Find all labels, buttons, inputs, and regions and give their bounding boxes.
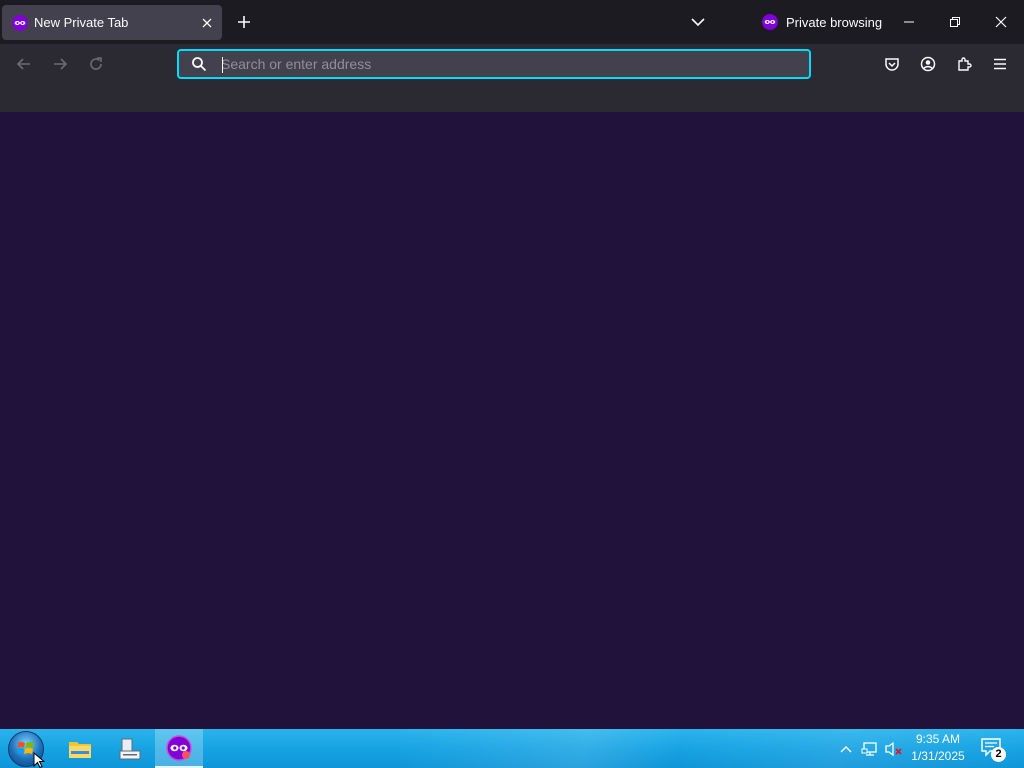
- chevron-up-icon: [840, 746, 852, 753]
- private-browsing-label: Private browsing: [786, 14, 883, 30]
- chevron-down-icon: [691, 18, 705, 27]
- reload-icon: [90, 57, 102, 70]
- title-bar: New Private Tab Private browsing: [0, 0, 1024, 44]
- taskbar: 9:35 AM 1/31/2025 2: [0, 729, 1024, 768]
- toolbar-spacer: [0, 84, 1024, 112]
- action-center-button[interactable]: 2: [980, 737, 1006, 762]
- taskbar-firefox-private[interactable]: [155, 729, 203, 768]
- forward-button[interactable]: [48, 52, 72, 76]
- private-tab-content[interactable]: [0, 112, 1024, 729]
- volume-button[interactable]: [884, 739, 904, 759]
- minimize-button[interactable]: [892, 6, 926, 38]
- account-button[interactable]: [916, 52, 940, 76]
- tab-new-private-tab[interactable]: New Private Tab: [2, 5, 222, 40]
- private-mask-icon: [12, 15, 28, 31]
- app-menu-button[interactable]: [988, 52, 1012, 76]
- close-icon: [202, 18, 212, 28]
- taskbar-server-manager[interactable]: [106, 729, 154, 768]
- pocket-icon: [885, 58, 899, 71]
- address-bar[interactable]: [177, 49, 811, 79]
- taskbar-file-explorer[interactable]: [56, 729, 104, 768]
- firefox-private-icon: [166, 734, 192, 761]
- server-manager-icon: [119, 738, 141, 759]
- hamburger-menu-icon: [994, 58, 1006, 70]
- back-button[interactable]: [12, 52, 36, 76]
- notification-count-badge: 2: [991, 747, 1006, 762]
- taskbar-clock[interactable]: 9:35 AM 1/31/2025: [906, 731, 970, 767]
- tab-close-button[interactable]: [198, 14, 216, 32]
- extensions-button[interactable]: [952, 52, 976, 76]
- restore-button[interactable]: [938, 6, 972, 38]
- new-tab-button[interactable]: [232, 10, 256, 34]
- arrow-left-icon: [16, 58, 30, 70]
- account-icon: [920, 56, 936, 72]
- text-caret: [222, 57, 223, 73]
- show-hidden-icons-button[interactable]: [836, 739, 856, 759]
- network-status-button[interactable]: [860, 739, 880, 759]
- clock-date: 1/31/2025: [911, 749, 965, 763]
- private-mask-icon: [762, 14, 778, 30]
- volume-muted-icon: [885, 741, 902, 757]
- navigation-toolbar: [0, 44, 1024, 84]
- address-input[interactable]: [221, 54, 791, 74]
- mouse-cursor-icon: [33, 752, 46, 768]
- reload-button[interactable]: [84, 52, 108, 76]
- minimize-icon: [904, 21, 914, 23]
- tab-title: New Private Tab: [34, 15, 129, 30]
- close-icon: [995, 16, 1007, 28]
- search-icon: [192, 57, 207, 72]
- arrow-right-icon: [54, 58, 68, 70]
- file-explorer-icon: [69, 741, 91, 758]
- private-browsing-indicator: Private browsing: [762, 12, 882, 32]
- network-icon: [861, 742, 877, 756]
- close-window-button[interactable]: [984, 6, 1018, 38]
- clock-time: 9:35 AM: [915, 732, 961, 746]
- pocket-button[interactable]: [880, 52, 904, 76]
- restore-icon: [950, 17, 960, 27]
- puzzle-icon: [958, 57, 972, 71]
- plus-icon: [238, 16, 250, 28]
- list-all-tabs-button[interactable]: [686, 10, 710, 34]
